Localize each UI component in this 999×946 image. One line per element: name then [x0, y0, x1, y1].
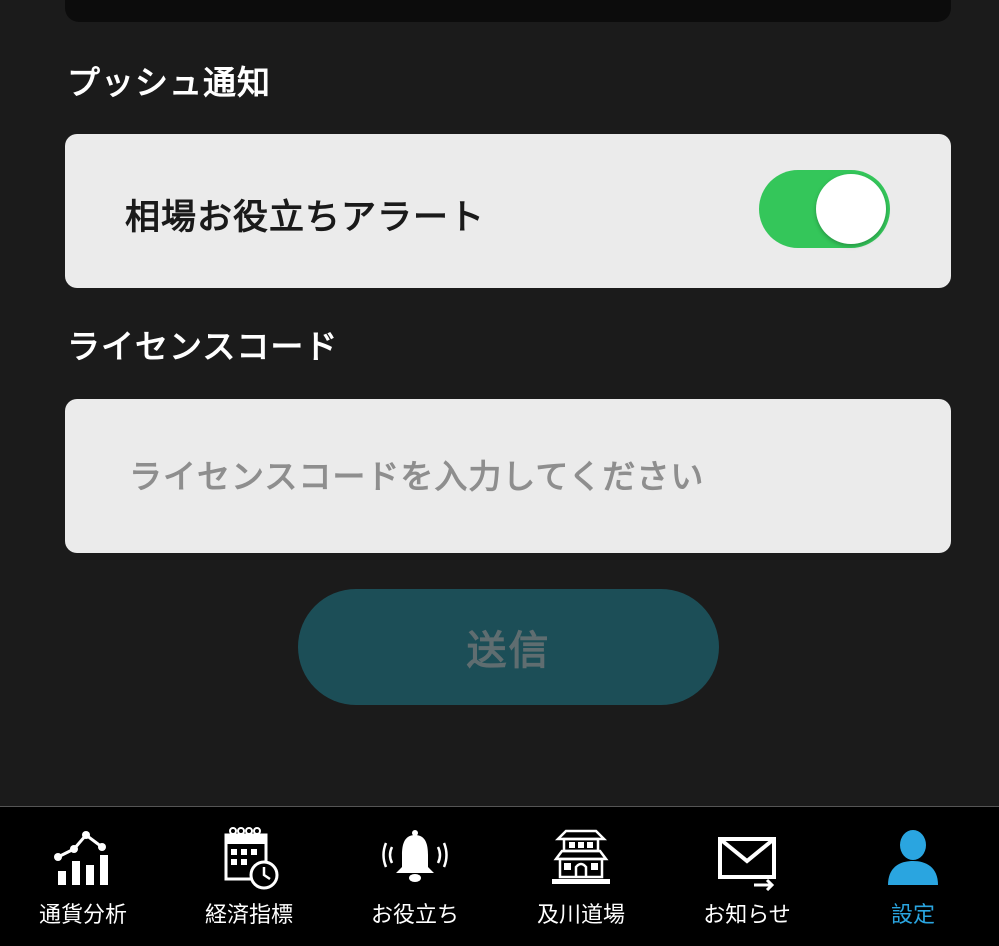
tab-label: お知らせ	[703, 903, 791, 928]
user-icon	[888, 830, 938, 885]
tab-useful-info[interactable]: お役立ち	[332, 807, 498, 946]
toggle-knob	[816, 174, 886, 244]
license-code-heading: ライセンスコード	[67, 327, 339, 366]
license-code-card	[65, 399, 951, 553]
calendar-clock-icon	[224, 827, 279, 890]
alert-toggle-switch[interactable]	[759, 170, 890, 248]
tab-currency-analysis[interactable]: 通貨分析	[0, 807, 166, 946]
bar-chart-trend-icon	[54, 831, 108, 885]
tab-label: 通貨分析	[38, 903, 127, 928]
tab-settings[interactable]: 設定	[830, 807, 996, 946]
tab-label: 設定	[890, 903, 935, 928]
license-code-input[interactable]	[65, 399, 951, 553]
bottom-tab-bar: 通貨分析 経済指標 お役立ち 及川道場 お知らせ 設定	[0, 806, 999, 946]
settings-screen: プッシュ通知 相場お役立ちアラート ライセンスコード 送信 通貨分析	[0, 0, 999, 946]
tab-label: 経済指標	[204, 903, 293, 928]
envelope-icon	[718, 837, 776, 891]
alert-setting-card: 相場お役立ちアラート	[65, 134, 951, 288]
ringing-bell-icon	[382, 830, 448, 882]
previous-card-edge	[65, 0, 951, 22]
tab-label: 及川道場	[536, 903, 625, 928]
tab-oikawa-dojo[interactable]: 及川道場	[498, 807, 664, 946]
push-notification-heading: プッシュ通知	[67, 63, 271, 102]
tab-notices[interactable]: お知らせ	[664, 807, 830, 946]
dojo-building-icon	[552, 829, 610, 884]
tab-economic-indicators[interactable]: 経済指標	[166, 807, 332, 946]
alert-setting-label: 相場お役立ちアラート	[125, 198, 486, 238]
send-button[interactable]: 送信	[298, 589, 719, 705]
tab-label: お役立ち	[370, 903, 459, 928]
